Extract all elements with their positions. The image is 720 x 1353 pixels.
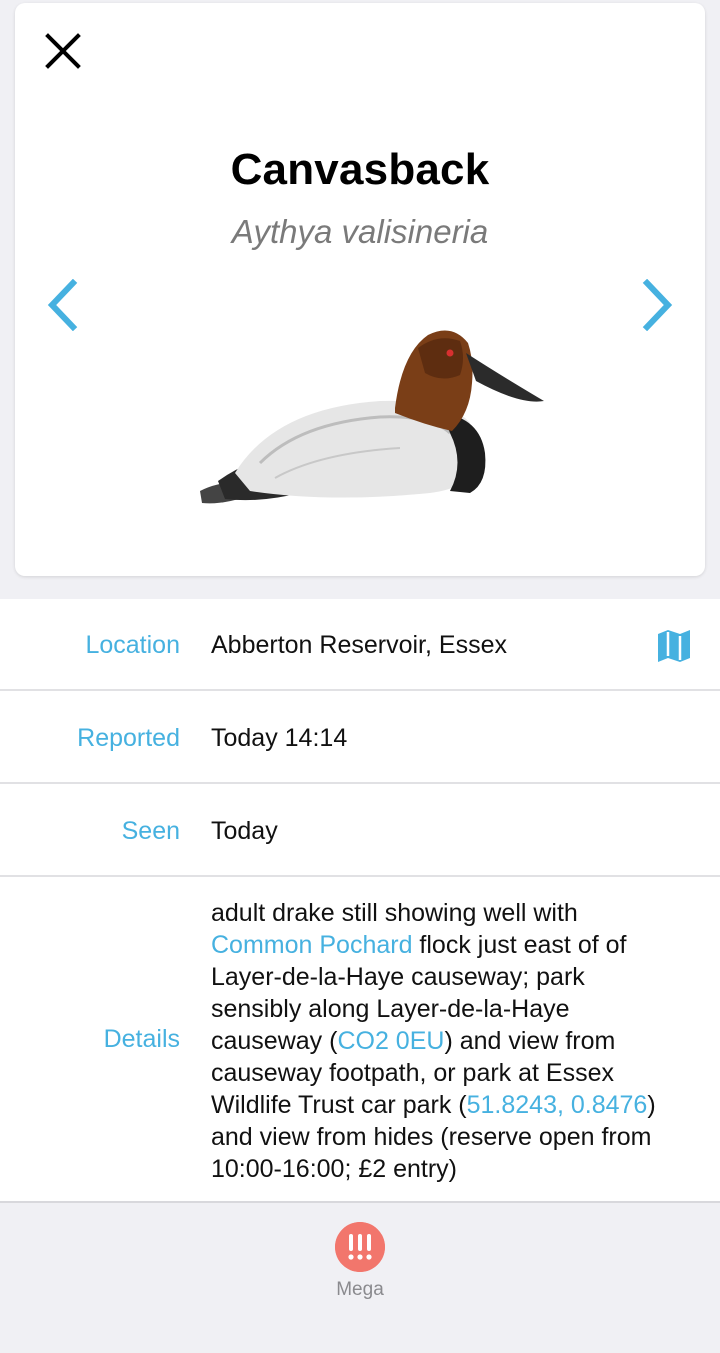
details-label: Details bbox=[103, 1025, 180, 1053]
species-link[interactable]: Common Pochard bbox=[211, 931, 412, 959]
chevron-left-icon[interactable] bbox=[43, 279, 83, 331]
seen-value: Today bbox=[211, 817, 278, 845]
details-text: adult drake still showing well with Comm… bbox=[211, 897, 671, 1185]
coordinates-link[interactable]: 51.8243, 0.8476 bbox=[467, 1091, 648, 1119]
reported-label: Reported bbox=[77, 724, 180, 752]
footer: Mega bbox=[0, 1203, 720, 1353]
triple-exclamation-icon[interactable] bbox=[335, 1222, 385, 1272]
postcode-link[interactable]: CO2 0EU bbox=[337, 1027, 444, 1055]
location-row: Location Abberton Reservoir, Essex bbox=[0, 599, 720, 691]
seen-label: Seen bbox=[121, 817, 180, 845]
details-row: Details adult drake still showing well w… bbox=[0, 877, 720, 1203]
sighting-details: Location Abberton Reservoir, Essex Repor… bbox=[0, 599, 720, 1203]
species-scientific-name: Aythya valisineria bbox=[231, 213, 489, 250]
close-icon[interactable] bbox=[43, 31, 83, 71]
details-text-part: adult drake still showing well with bbox=[211, 899, 578, 927]
mega-label: Mega bbox=[336, 1279, 384, 1300]
location-value: Abberton Reservoir, Essex bbox=[211, 631, 507, 659]
map-icon[interactable] bbox=[655, 627, 693, 665]
location-label: Location bbox=[85, 631, 180, 659]
species-common-name: Canvasback bbox=[230, 145, 490, 194]
duck-illustration bbox=[200, 330, 544, 504]
chevron-right-icon[interactable] bbox=[637, 279, 677, 331]
species-card: Canvasback Aythya valisineria bbox=[15, 3, 705, 576]
reported-row: Reported Today 14:14 bbox=[0, 691, 720, 784]
reported-value: Today 14:14 bbox=[211, 724, 348, 752]
seen-row: Seen Today bbox=[0, 784, 720, 877]
